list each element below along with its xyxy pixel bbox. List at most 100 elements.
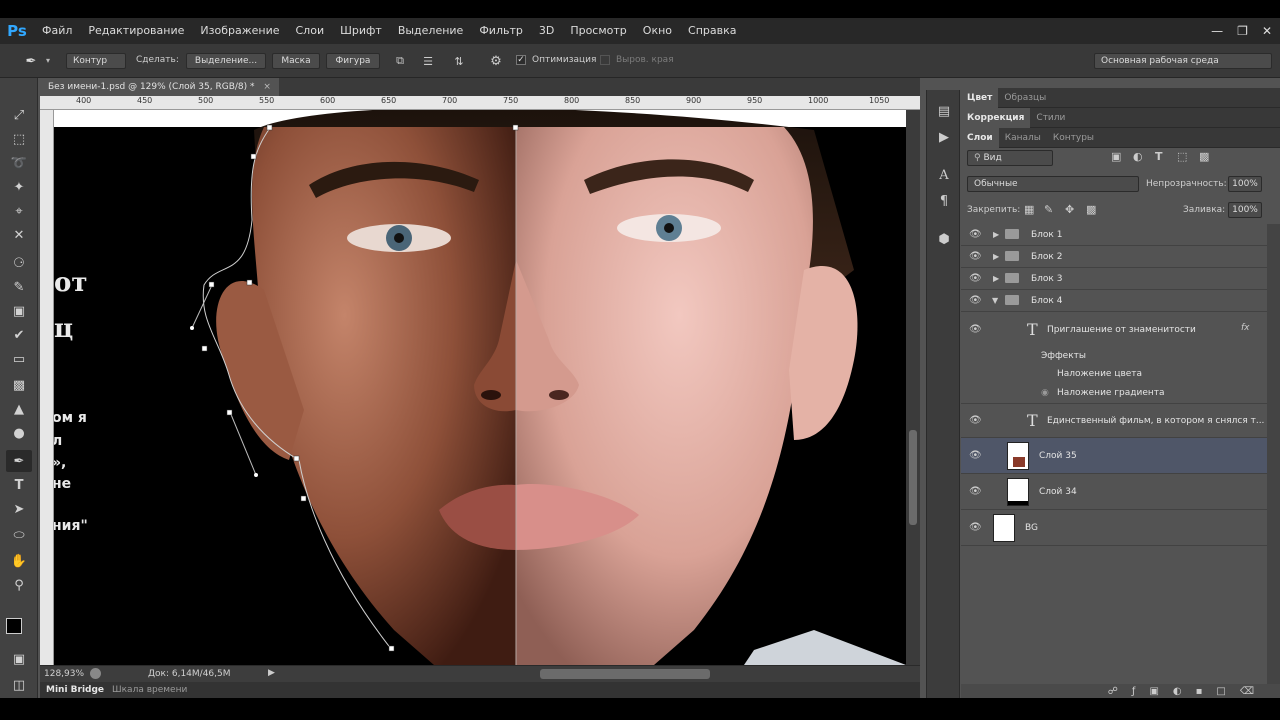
layer-row[interactable]: 👁 T Единственный фильм, в котором я снял… bbox=[961, 404, 1267, 438]
clone-stamp-tool-icon[interactable]: ▣ bbox=[6, 300, 32, 322]
lock-pixels-icon[interactable]: ✎ bbox=[1044, 203, 1053, 216]
add-style-icon[interactable]: ƒ bbox=[1132, 686, 1136, 697]
align-edges-checkbox[interactable] bbox=[600, 55, 610, 65]
history-panel-icon[interactable]: ▤ bbox=[935, 102, 953, 120]
path-alignment-icon[interactable]: ☰ bbox=[420, 54, 436, 68]
ellipse-tool-icon[interactable]: ⬭ bbox=[6, 524, 32, 546]
history-brush-tool-icon[interactable]: ✔ bbox=[6, 324, 32, 346]
shape-button[interactable]: Фигура bbox=[326, 53, 380, 69]
layer-row-selected[interactable]: 👁 Слой 35 bbox=[961, 438, 1267, 474]
effects-header-row[interactable]: Эффекты bbox=[961, 348, 1267, 366]
layers-scrollbar[interactable] bbox=[1267, 224, 1280, 694]
layer-row[interactable]: 👁 ▶ Блок 1 bbox=[961, 224, 1267, 246]
quick-mask-icon[interactable]: ▣ bbox=[6, 648, 32, 670]
collapse-arrow-icon[interactable]: ▼ bbox=[992, 296, 998, 305]
tab-color[interactable]: Цвет bbox=[961, 87, 999, 108]
restore-icon[interactable]: ❐ bbox=[1237, 24, 1248, 38]
fill-input[interactable]: 100% bbox=[1228, 202, 1262, 218]
eye-icon[interactable]: 👁 bbox=[969, 451, 983, 461]
link-layers-icon[interactable]: ☍ bbox=[1108, 686, 1118, 697]
filter-adjustment-icon[interactable]: ◐ bbox=[1133, 150, 1143, 163]
layer-row[interactable]: 👁 Слой 34 bbox=[961, 474, 1267, 510]
quick-selection-tool-icon[interactable]: ✦ bbox=[6, 176, 32, 198]
lasso-tool-icon[interactable]: ➰ bbox=[6, 152, 32, 174]
new-group-icon[interactable]: ▪ bbox=[1196, 686, 1203, 697]
mode-select[interactable]: Контур bbox=[66, 53, 126, 69]
crop-tool-icon[interactable]: ⌖ bbox=[6, 200, 32, 222]
menu-3d[interactable]: 3D bbox=[531, 18, 562, 44]
selection-button[interactable]: Выделение... bbox=[186, 53, 266, 69]
add-mask-icon[interactable]: ▣ bbox=[1149, 686, 1158, 697]
path-arrangement-icon[interactable]: ⇅ bbox=[450, 54, 468, 68]
eraser-tool-icon[interactable]: ▭ bbox=[6, 348, 32, 370]
eyedropper-tool-icon[interactable]: ✕ bbox=[6, 224, 32, 246]
pen-tool-icon[interactable]: ✒ bbox=[6, 450, 32, 472]
eye-icon[interactable]: 👁 bbox=[969, 230, 983, 240]
layer-row[interactable]: 👁 ▶ Блок 2 bbox=[961, 246, 1267, 268]
gradient-tool-icon[interactable]: ▩ bbox=[6, 374, 32, 396]
layer-row[interactable]: 👁 ▶ Блок 3 bbox=[961, 268, 1267, 290]
lock-position-icon[interactable]: ✥ bbox=[1065, 203, 1074, 216]
move-tool-icon[interactable]: ⤢ bbox=[6, 104, 32, 126]
tab-timeline[interactable]: Шкала времени bbox=[112, 685, 187, 695]
tab-mini-bridge[interactable]: Mini Bridge bbox=[46, 685, 104, 695]
tab-styles[interactable]: Стили bbox=[1030, 108, 1071, 128]
menu-window[interactable]: Окно bbox=[635, 18, 680, 44]
lock-all-icon[interactable]: ▩ bbox=[1086, 203, 1096, 216]
layer-row[interactable]: 👁 BG bbox=[961, 510, 1267, 546]
chevron-down-icon[interactable]: ▾ bbox=[46, 56, 50, 65]
menu-help[interactable]: Справка bbox=[680, 18, 744, 44]
eye-icon[interactable]: 👁 bbox=[969, 274, 983, 284]
mask-button[interactable]: Маска bbox=[272, 53, 320, 69]
menu-image[interactable]: Изображение bbox=[192, 18, 287, 44]
menu-layers[interactable]: Слои bbox=[288, 18, 333, 44]
paragraph-panel-icon[interactable]: ¶ bbox=[935, 192, 953, 210]
eye-icon[interactable]: 👁 bbox=[969, 296, 983, 306]
path-selection-tool-icon[interactable]: ➤ bbox=[6, 498, 32, 520]
filter-type-icon[interactable]: T bbox=[1155, 150, 1163, 163]
tab-channels[interactable]: Каналы bbox=[999, 128, 1047, 148]
vertical-scrollbar[interactable] bbox=[906, 110, 920, 665]
status-info-icon[interactable] bbox=[90, 668, 101, 679]
tab-adjustments[interactable]: Коррекция bbox=[961, 107, 1031, 128]
eye-icon[interactable]: 👁 bbox=[969, 523, 983, 533]
expand-arrow-icon[interactable]: ▶ bbox=[993, 274, 999, 283]
tab-paths[interactable]: Контуры bbox=[1047, 128, 1100, 148]
menu-edit[interactable]: Редактирование bbox=[80, 18, 192, 44]
filter-smart-object-icon[interactable]: ▩ bbox=[1199, 150, 1209, 163]
trash-icon[interactable]: ⌫ bbox=[1240, 686, 1254, 697]
pen-tool-preset-icon[interactable]: ✒ bbox=[18, 52, 44, 70]
gear-icon[interactable]: ⚙ bbox=[488, 53, 504, 69]
tab-swatches[interactable]: Образцы bbox=[998, 88, 1052, 108]
filter-pixel-icon[interactable]: ▣ bbox=[1111, 150, 1121, 163]
eye-icon[interactable]: 👁 bbox=[969, 325, 983, 335]
menu-view[interactable]: Просмотр bbox=[562, 18, 634, 44]
tab-layers[interactable]: Слои bbox=[961, 127, 999, 148]
hand-tool-icon[interactable]: ✋ bbox=[6, 550, 32, 572]
opacity-input[interactable]: 100% bbox=[1228, 176, 1262, 192]
close-icon[interactable]: ✕ bbox=[1262, 24, 1272, 38]
workspace-select[interactable]: Основная рабочая среда bbox=[1094, 53, 1272, 69]
blend-mode-select[interactable]: Обычные bbox=[967, 176, 1139, 192]
eye-icon[interactable]: 👁 bbox=[969, 487, 983, 497]
document-tab[interactable]: Без имени-1.psd @ 129% (Слой 35, RGB/8) … bbox=[40, 78, 279, 96]
zoom-level[interactable]: 128,93% bbox=[44, 669, 84, 679]
character-panel-icon[interactable]: A bbox=[935, 166, 953, 184]
effect-eye-icon[interactable]: ◉ bbox=[1041, 388, 1049, 398]
path-operations-icon[interactable]: ⧉ bbox=[392, 54, 408, 68]
foreground-color-swatch[interactable] bbox=[6, 618, 22, 634]
new-layer-icon[interactable]: □ bbox=[1216, 686, 1225, 697]
document-canvas[interactable]: от ц ом я л », не ния" bbox=[54, 110, 906, 665]
menu-file[interactable]: Файл bbox=[34, 18, 80, 44]
layer-row[interactable]: 👁 T Приглашение от знаменитости fx bbox=[961, 312, 1267, 348]
layer-filter-select[interactable]: ⚲ Вид bbox=[967, 150, 1053, 166]
eye-icon[interactable]: 👁 bbox=[969, 416, 983, 426]
dodge-tool-icon[interactable]: ● bbox=[6, 422, 32, 444]
filter-shape-icon[interactable]: ⬚ bbox=[1177, 150, 1187, 163]
screen-mode-icon[interactable]: ◫ bbox=[6, 674, 32, 696]
actions-panel-icon[interactable]: ▶ bbox=[935, 128, 953, 146]
brush-tool-icon[interactable]: ✎ bbox=[6, 276, 32, 298]
type-tool-icon[interactable]: T bbox=[6, 474, 32, 496]
healing-brush-tool-icon[interactable]: ⚆ bbox=[6, 252, 32, 274]
optimization-checkbox[interactable]: ✓ bbox=[516, 55, 526, 65]
